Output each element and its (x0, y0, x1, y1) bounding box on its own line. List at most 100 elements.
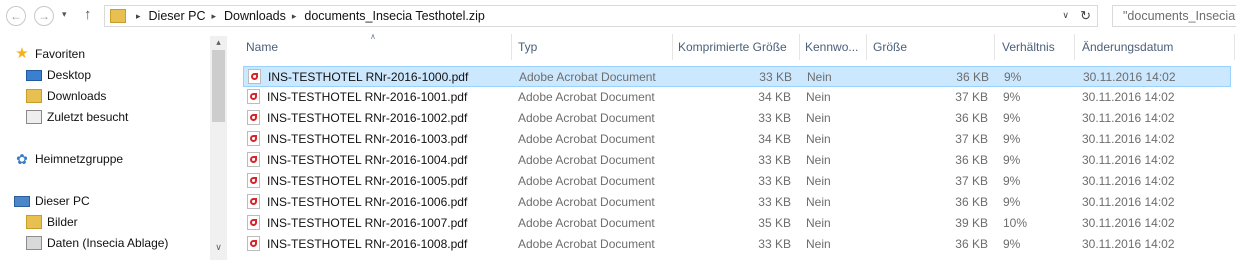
sidebar-item-network-drive[interactable]: Daten (Insecia Ablage) (26, 236, 168, 250)
file-row[interactable]: INS-TESTHOTEL RNr-2016-1001.pdf Adobe Acr… (243, 87, 1231, 108)
column-divider[interactable] (672, 34, 673, 60)
file-size: 36 KB (956, 70, 989, 84)
file-name: INS-TESTHOTEL RNr-2016-1005.pdf (267, 174, 468, 188)
column-divider[interactable] (866, 34, 867, 60)
file-type: Adobe Acrobat Document (518, 195, 655, 209)
sidebar-item-desktop[interactable]: Desktop (26, 68, 91, 82)
file-compressed-size: 35 KB (758, 216, 791, 230)
downloads-folder-icon (26, 89, 42, 103)
column-divider[interactable] (511, 34, 512, 60)
file-row[interactable]: INS-TESTHOTEL RNr-2016-1006.pdf Adobe Acr… (243, 192, 1231, 213)
file-password-protected: Nein (806, 90, 831, 104)
sidebar-item-label: Bilder (47, 215, 78, 229)
sidebar-scrollbar[interactable]: ▴ ∨ (210, 36, 227, 260)
refresh-icon[interactable]: ↻ (1080, 8, 1091, 24)
recent-places-icon (26, 110, 42, 124)
file-size: 39 KB (955, 216, 988, 230)
file-modified-date: 30.11.2016 14:02 (1082, 153, 1175, 167)
breadcrumb-separator[interactable]: ▸ (292, 11, 297, 22)
file-type: Adobe Acrobat Document (518, 111, 655, 125)
file-row[interactable]: INS-TESTHOTEL RNr-2016-1007.pdf Adobe Acr… (243, 213, 1231, 234)
column-divider[interactable] (1234, 34, 1235, 60)
file-compression-ratio: 10% (1003, 216, 1028, 230)
file-compressed-size: 33 KB (758, 111, 791, 125)
pdf-file-icon (248, 69, 261, 84)
file-row[interactable]: INS-TESTHOTEL RNr-2016-1002.pdf Adobe Acr… (243, 108, 1231, 129)
sidebar-item-homegroup[interactable]: ✿ Heimnetzgruppe (14, 152, 123, 166)
computer-icon (14, 195, 30, 207)
pdf-file-icon (247, 194, 260, 209)
column-name[interactable]: Name (246, 40, 278, 54)
file-name: INS-TESTHOTEL RNr-2016-1006.pdf (267, 195, 468, 209)
column-divider[interactable] (994, 34, 995, 60)
breadcrumb-zip-file[interactable]: documents_Insecia Testhotel.zip (304, 9, 484, 23)
column-password[interactable]: Kennwo... (805, 40, 858, 54)
file-size: 37 KB (955, 90, 988, 104)
address-history-dropdown[interactable]: ∨ (1062, 10, 1069, 21)
column-divider[interactable] (1074, 34, 1075, 60)
scroll-up-button[interactable]: ▴ (210, 37, 227, 48)
file-compression-ratio: 9% (1003, 153, 1021, 167)
forward-button[interactable]: → (34, 6, 54, 26)
file-compression-ratio: 9% (1003, 132, 1021, 146)
sidebar-item-label: Heimnetzgruppe (35, 152, 124, 166)
file-size: 36 KB (955, 237, 988, 251)
arrow-left-icon: ← (10, 9, 22, 23)
column-divider[interactable] (799, 34, 800, 60)
file-type: Adobe Acrobat Document (518, 216, 655, 230)
sidebar-item-pictures[interactable]: Bilder (26, 215, 78, 229)
sidebar-item-downloads[interactable]: Downloads (26, 89, 106, 103)
file-name: INS-TESTHOTEL RNr-2016-1004.pdf (267, 153, 468, 167)
arrow-right-icon: → (38, 9, 50, 23)
file-compression-ratio: 9% (1004, 70, 1022, 84)
file-type: Adobe Acrobat Document (518, 174, 655, 188)
file-row[interactable]: INS-TESTHOTEL RNr-2016-1000.pdf Adobe Acr… (243, 66, 1231, 87)
file-size: 37 KB (955, 174, 988, 188)
file-compressed-size: 33 KB (758, 195, 791, 209)
column-header: ∧ Name Typ Komprimierte Größe Kennwo... … (236, 32, 1236, 60)
up-button[interactable]: ↑ (84, 6, 92, 23)
column-modified-date[interactable]: Änderungsdatum (1082, 40, 1173, 54)
sidebar-item-recent[interactable]: Zuletzt besucht (26, 110, 128, 124)
file-compression-ratio: 9% (1003, 90, 1021, 104)
search-input[interactable]: "documents_Insecia T (1112, 5, 1236, 27)
recent-locations-button[interactable]: ▾ (62, 9, 67, 20)
file-name: INS-TESTHOTEL RNr-2016-1007.pdf (267, 216, 468, 230)
file-name: INS-TESTHOTEL RNr-2016-1002.pdf (267, 111, 468, 125)
file-name: INS-TESTHOTEL RNr-2016-1000.pdf (268, 70, 469, 84)
file-password-protected: Nein (806, 195, 831, 209)
breadcrumb-dieser-pc[interactable]: Dieser PC (149, 9, 206, 23)
file-password-protected: Nein (806, 132, 831, 146)
scrollbar-thumb[interactable] (212, 50, 225, 122)
file-row[interactable]: INS-TESTHOTEL RNr-2016-1003.pdf Adobe Acr… (243, 129, 1231, 150)
address-bar[interactable]: ▸ Dieser PC ▸ Downloads ▸ documents_Inse… (104, 5, 1098, 27)
file-row[interactable]: INS-TESTHOTEL RNr-2016-1005.pdf Adobe Acr… (243, 171, 1231, 192)
breadcrumb-separator[interactable]: ▸ (212, 11, 217, 22)
file-type: Adobe Acrobat Document (518, 90, 655, 104)
file-compressed-size: 33 KB (759, 70, 792, 84)
sidebar-favorites[interactable]: ★ Favoriten (14, 46, 86, 61)
scroll-down-button[interactable]: ∨ (210, 242, 227, 253)
sort-ascending-icon: ∧ (370, 32, 376, 41)
column-ratio[interactable]: Verhältnis (1002, 40, 1055, 54)
file-password-protected: Nein (806, 216, 831, 230)
file-row[interactable]: INS-TESTHOTEL RNr-2016-1008.pdf Adobe Acr… (243, 234, 1231, 255)
file-name: INS-TESTHOTEL RNr-2016-1001.pdf (267, 90, 468, 104)
file-password-protected: Nein (806, 111, 831, 125)
pdf-file-icon (247, 215, 260, 230)
file-row[interactable]: INS-TESTHOTEL RNr-2016-1004.pdf Adobe Acr… (243, 150, 1231, 171)
sidebar-item-label: Desktop (47, 68, 92, 82)
column-type[interactable]: Typ (518, 40, 537, 54)
sidebar-item-this-pc[interactable]: Dieser PC (14, 194, 90, 208)
column-compressed-size[interactable]: Komprimierte Größe (678, 40, 787, 54)
zip-folder-icon (110, 9, 126, 23)
desktop-icon (26, 69, 42, 81)
file-modified-date: 30.11.2016 14:02 (1082, 237, 1175, 251)
breadcrumb-separator[interactable]: ▸ (136, 11, 141, 22)
back-button[interactable]: ← (6, 6, 26, 26)
network-drive-icon (26, 236, 42, 250)
column-size[interactable]: Größe (873, 40, 907, 54)
breadcrumb-downloads[interactable]: Downloads (224, 9, 286, 23)
file-type: Adobe Acrobat Document (518, 132, 655, 146)
sidebar-item-label: Favoriten (35, 47, 86, 61)
